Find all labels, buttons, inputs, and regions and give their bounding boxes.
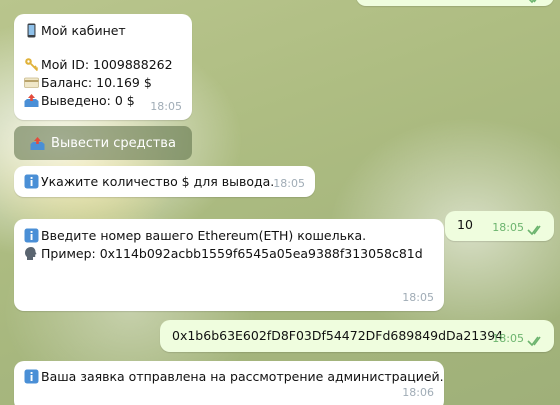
message-time: 18:05	[492, 332, 524, 346]
double-check-icon	[527, 225, 541, 236]
previous-outgoing-message	[356, 0, 554, 6]
balance: Баланс: 10.169 $	[41, 75, 152, 91]
double-check-icon	[528, 0, 537, 4]
outbox-tray-icon	[30, 136, 45, 150]
speaking-head-icon	[25, 247, 37, 261]
double-check-icon	[527, 336, 541, 347]
message-time: 18:06	[402, 386, 434, 400]
cabinet-title: Мой кабинет	[41, 23, 126, 38]
withdrawn: Выведено: 0 $	[41, 93, 135, 109]
user-wallet-text: 0x1b6b63E602fD8F03Df54472DFd689849dDa213…	[172, 328, 504, 343]
outbox-tray-icon	[24, 94, 39, 108]
info-icon	[24, 174, 39, 189]
message-time: 18:05	[273, 177, 305, 191]
ask-wallet-text: Введите номер вашего Ethereum(ETH) кошел…	[41, 228, 367, 243]
withdraw-funds-button[interactable]: Вывести средства	[14, 126, 192, 160]
cabinet-title-line: Мой кабинет	[24, 22, 182, 40]
ask-amount-text: Укажите количество $ для вывода.	[41, 174, 275, 189]
message-time: 18:05	[402, 291, 434, 305]
ask-wallet-example: Пример: 0x114b092acbb1559f6545a05ea9388f…	[41, 246, 423, 262]
confirm-text: Ваша заявка отправлена на рассмотрение а…	[41, 369, 444, 384]
cabinet-message: Мой кабинет Мой ID: 1009888262 Баланс: 1…	[14, 14, 192, 120]
ask-amount-message: Укажите количество $ для вывода. 18:05	[14, 166, 315, 197]
credit-card-icon	[24, 77, 39, 89]
message-time: 18:05	[492, 221, 524, 235]
user-amount-text: 10	[457, 217, 473, 232]
user-wallet-message: 0x1b6b63E602fD8F03Df54472DFd689849dDa213…	[160, 320, 554, 352]
confirm-message: Ваша заявка отправлена на рассмотрение а…	[14, 361, 444, 405]
cabinet-id-line: Мой ID: 1009888262	[24, 56, 182, 74]
info-icon	[24, 228, 39, 243]
ask-wallet-message: Введите номер вашего Ethereum(ETH) кошел…	[14, 219, 444, 311]
user-amount-message: 10 18:05	[445, 211, 554, 241]
message-time: 18:05	[150, 100, 182, 114]
key-icon	[25, 58, 39, 72]
withdraw-funds-label: Вывести средства	[51, 135, 176, 151]
info-icon	[24, 369, 39, 384]
mobile-phone-icon	[27, 23, 36, 38]
cabinet-balance-line: Баланс: 10.169 $	[24, 74, 182, 92]
user-id: Мой ID: 1009888262	[41, 57, 173, 73]
